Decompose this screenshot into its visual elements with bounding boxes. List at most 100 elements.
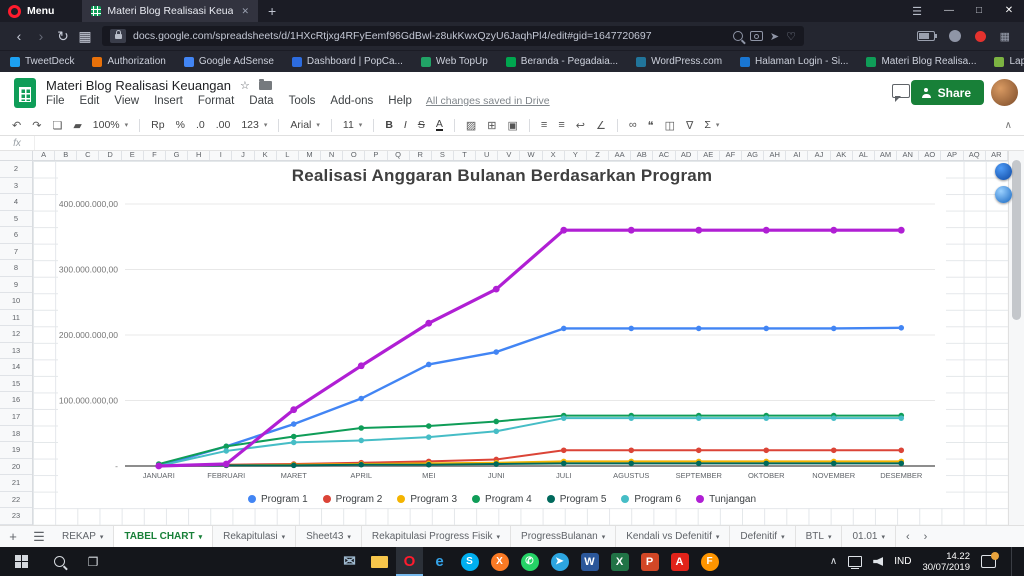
insert-link-icon[interactable]: ∞ [629, 119, 637, 131]
insert-chart-icon[interactable]: ◫ [665, 119, 675, 132]
row-header-8[interactable]: 8 [0, 260, 32, 277]
taskbar-app-xampp-icon[interactable]: X [486, 547, 513, 576]
column-header-i[interactable]: I [210, 150, 232, 160]
account-avatar[interactable] [991, 79, 1018, 106]
menu-help[interactable]: Help [388, 95, 412, 107]
font-size-select[interactable]: 11 [343, 119, 354, 131]
comment-history-icon[interactable] [892, 84, 910, 98]
row-header-9[interactable]: 9 [0, 277, 32, 294]
sheet-tab-rekap[interactable]: REKAP▾ [52, 526, 114, 548]
column-header-m[interactable]: M [299, 150, 321, 160]
sheet-tab-01-01[interactable]: 01.01▾ [842, 526, 896, 548]
save-status[interactable]: All changes saved in Drive [426, 95, 550, 107]
chevron-down-icon[interactable]: ▾ [828, 533, 832, 541]
column-header-z[interactable]: Z [587, 150, 609, 160]
forward-button[interactable]: › [30, 22, 52, 50]
chevron-down-icon[interactable]: ▾ [199, 533, 203, 541]
row-header-20[interactable]: 20 [0, 459, 32, 476]
row-header-13[interactable]: 13 [0, 343, 32, 360]
network-icon[interactable] [848, 556, 862, 567]
taskbar-app-powerpoint-icon[interactable]: P [636, 547, 663, 576]
bookmark-web-topup[interactable]: Web TopUp [421, 56, 488, 67]
row-header-6[interactable]: 6 [0, 227, 32, 244]
column-header-f[interactable]: F [144, 150, 166, 160]
sheet-tab-defenitif[interactable]: Defenitif▾ [730, 526, 795, 548]
column-header-ai[interactable]: AI [786, 150, 808, 160]
column-header-am[interactable]: AM [875, 150, 897, 160]
column-header-r[interactable]: R [410, 150, 432, 160]
tabs-scroll-left-icon[interactable]: ‹ [906, 531, 910, 543]
back-button[interactable]: ‹ [8, 22, 30, 50]
row-header-11[interactable]: 11 [0, 310, 32, 327]
row-header-19[interactable]: 19 [0, 442, 32, 459]
column-header-af[interactable]: AF [720, 150, 742, 160]
column-header-ac[interactable]: AC [653, 150, 675, 160]
column-header-y[interactable]: Y [565, 150, 587, 160]
text-color-button[interactable]: A [436, 119, 443, 131]
row-header-14[interactable]: 14 [0, 359, 32, 376]
menu-add-ons[interactable]: Add-ons [330, 95, 373, 107]
column-header-al[interactable]: AL [853, 150, 875, 160]
language-indicator[interactable]: IND [894, 556, 911, 567]
column-header-a[interactable]: A [33, 150, 55, 160]
tabs-scroll-right-icon[interactable]: › [924, 531, 928, 543]
text-rotate-icon[interactable]: ∠ [596, 119, 606, 132]
tray-chevron-icon[interactable]: ∧ [830, 556, 837, 567]
taskbar-app-mail-icon[interactable]: ✉ [336, 547, 363, 576]
column-header-ab[interactable]: AB [631, 150, 653, 160]
row-header-4[interactable]: 4 [0, 194, 32, 211]
bookmark-materi-blog-realisa[interactable]: Materi Blog Realisa... [866, 56, 976, 67]
minimize-button[interactable]: — [934, 0, 964, 22]
taskbar-search-button[interactable] [42, 547, 76, 576]
url-field[interactable]: docs.google.com/spreadsheets/d/1HXcRtjxg… [102, 26, 804, 46]
bookmark-heart-icon[interactable]: ♡ [786, 30, 796, 43]
taskbar-app-file-explorer-icon[interactable] [366, 547, 393, 576]
bookmark-beranda-pegadaia[interactable]: Beranda - Pegadaia... [506, 56, 618, 67]
chevron-down-icon[interactable]: ▾ [282, 533, 286, 541]
chevron-down-icon[interactable]: ▾ [781, 533, 785, 541]
column-header-ap[interactable]: AP [941, 150, 963, 160]
taskbar-app-whatsapp-icon[interactable]: ✆ [516, 547, 543, 576]
bookmark-google-adsense[interactable]: Google AdSense [184, 56, 274, 67]
insert-comment-icon[interactable]: ❝ [648, 119, 654, 132]
row-header-18[interactable]: 18 [0, 426, 32, 443]
star-icon[interactable]: ☆ [240, 79, 250, 92]
column-header-g[interactable]: G [166, 150, 188, 160]
speed-dial-icon[interactable]: ▦ [74, 22, 96, 50]
taskbar-app-word-icon[interactable]: W [576, 547, 603, 576]
new-tab-button[interactable]: + [268, 0, 276, 22]
column-header-h[interactable]: H [188, 150, 210, 160]
format-currency-button[interactable]: Rp [151, 119, 164, 131]
column-header-ak[interactable]: AK [831, 150, 853, 160]
row-header-17[interactable]: 17 [0, 409, 32, 426]
more-formats-button[interactable]: 123 [241, 119, 259, 131]
vertical-scrollbar[interactable] [1008, 150, 1024, 525]
italic-button[interactable]: I [404, 119, 407, 131]
row-header-10[interactable]: 10 [0, 293, 32, 310]
chevron-down-icon[interactable]: ▾ [602, 533, 606, 541]
volume-icon[interactable] [873, 557, 883, 566]
menu-file[interactable]: File [46, 95, 65, 107]
taskbar-app-edge-icon[interactable]: e [426, 547, 453, 576]
column-header-o[interactable]: O [343, 150, 365, 160]
row-header-12[interactable]: 12 [0, 326, 32, 343]
maximize-button[interactable]: □ [964, 0, 994, 22]
column-header-ar[interactable]: AR [986, 150, 1008, 160]
taskbar-app-opera-icon[interactable]: O [396, 547, 423, 576]
merge-cells-icon[interactable]: ▣ [507, 119, 517, 132]
vertical-align-icon[interactable]: ≡ [558, 119, 564, 131]
print-icon[interactable]: ❏ [52, 119, 62, 132]
my-flow-icon[interactable]: ➤ [770, 30, 779, 43]
format-percent-button[interactable]: % [176, 119, 185, 131]
sheet-tab-progressbulanan[interactable]: ProgressBulanan▾ [511, 526, 616, 548]
horizontal-align-icon[interactable]: ≡ [541, 119, 547, 131]
increase-decimal-button[interactable]: .00 [216, 119, 231, 131]
battery-saver-icon[interactable] [917, 31, 935, 41]
profile-icon[interactable] [949, 30, 961, 42]
menu-tools[interactable]: Tools [289, 95, 316, 107]
bold-button[interactable]: B [385, 119, 393, 131]
close-button[interactable]: ✕ [994, 0, 1024, 22]
chevron-down-icon[interactable]: ▾ [881, 533, 885, 541]
document-title[interactable]: Materi Blog Realisasi Keuangan [46, 78, 231, 93]
show-desktop-button[interactable] [1011, 547, 1016, 576]
